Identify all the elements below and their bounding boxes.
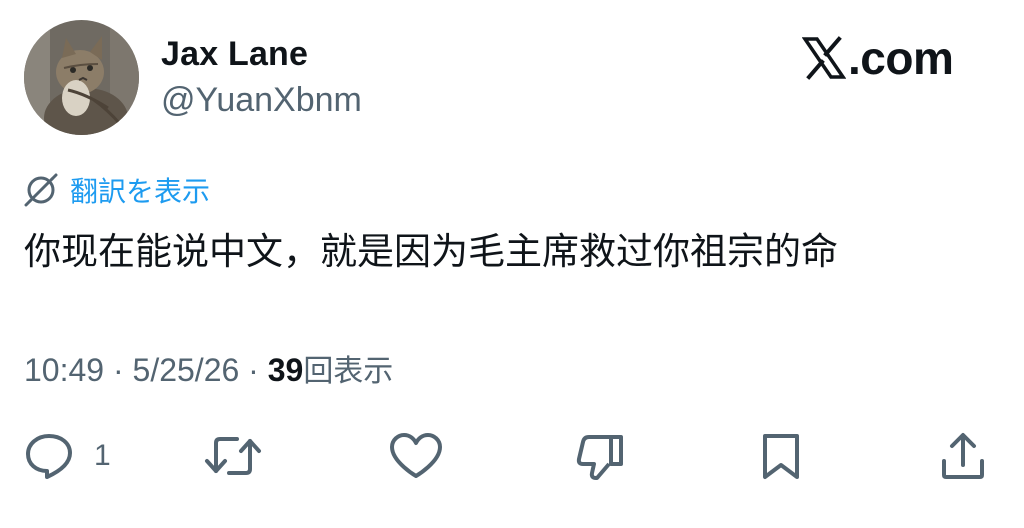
reply-count: 1 xyxy=(94,439,111,472)
tweet-text: 你现在能说中文，就是因为毛主席救过你祖宗的命 xyxy=(24,231,838,272)
bookmark-button[interactable] xyxy=(756,430,806,482)
action-bar: 1 xyxy=(0,430,1024,482)
tweet-time[interactable]: 10:49 xyxy=(24,352,104,388)
heart-icon xyxy=(390,433,442,478)
tweet-date[interactable]: 5/25/26 xyxy=(133,352,240,388)
globe-icon xyxy=(24,173,58,207)
meta-separator: · xyxy=(239,352,268,388)
avatar[interactable] xyxy=(24,20,139,135)
translate-label: 翻訳を表示 xyxy=(70,176,211,207)
repost-icon xyxy=(205,437,261,475)
reply-icon xyxy=(26,434,72,479)
meta-separator: · xyxy=(104,352,133,388)
like-button[interactable] xyxy=(388,430,444,482)
repost-button[interactable] xyxy=(203,430,263,482)
tweet-meta: 10:49 · 5/25/26 · 39回表示 xyxy=(24,350,393,392)
site-domain-text: .com xyxy=(848,32,954,84)
reply-button[interactable]: 1 xyxy=(24,430,111,482)
views-count: 39 xyxy=(267,352,304,388)
translate-link[interactable]: 翻訳を表示 xyxy=(24,170,210,210)
share-icon xyxy=(942,433,984,479)
dislike-button[interactable] xyxy=(575,430,625,482)
thumbs-down-icon xyxy=(576,435,623,480)
bookmark-icon xyxy=(763,434,799,479)
views-label: 回表示 xyxy=(303,355,394,388)
site-logo: .com xyxy=(802,32,954,84)
share-button[interactable] xyxy=(938,430,988,482)
cat-avatar-icon xyxy=(24,20,139,135)
author-handle[interactable]: @YuanXbnm xyxy=(161,80,362,120)
x-logo-icon xyxy=(802,36,846,80)
author-display-name[interactable]: Jax Lane xyxy=(161,34,308,74)
